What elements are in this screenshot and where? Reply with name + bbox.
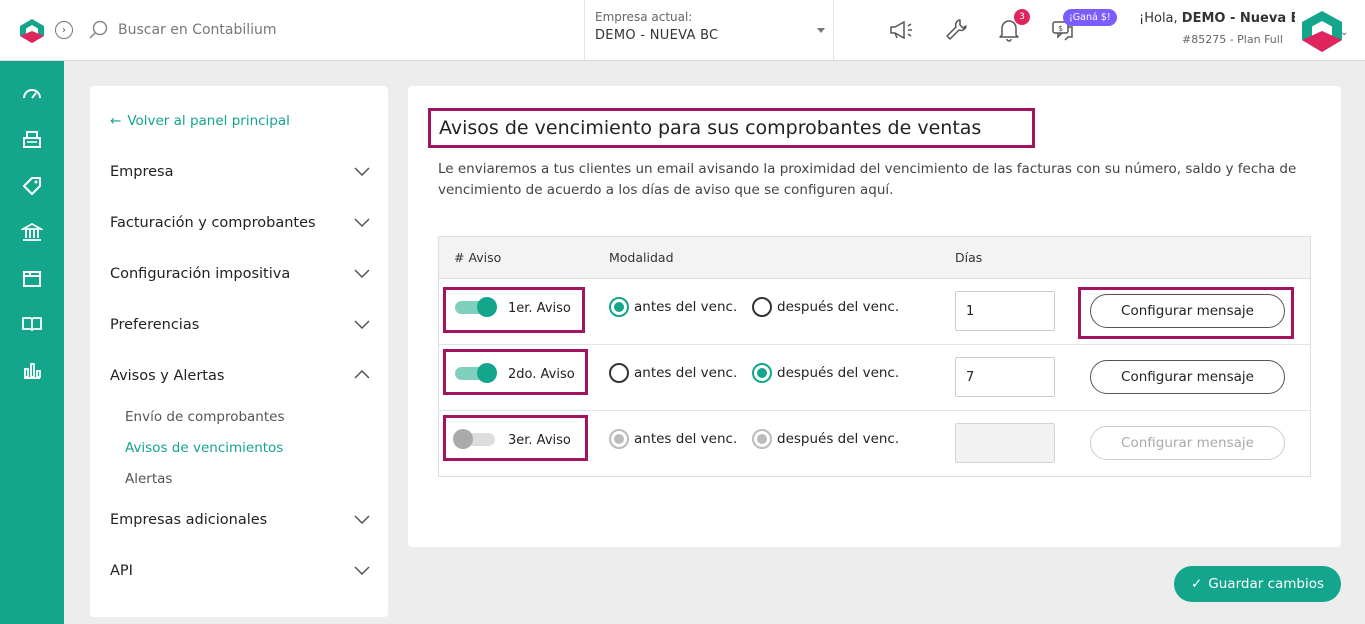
aviso-label: 2do. Aviso [508, 367, 575, 382]
sidebar-section-empresas-adicionales[interactable]: Empresas adicionales [110, 512, 370, 528]
configurar-mensaje-button[interactable]: Configurar mensaje [1090, 426, 1285, 460]
section-label: Empresa [110, 164, 174, 180]
greeting-name: DEMO - Nueva BC [1181, 11, 1295, 26]
configurar-mensaje-button[interactable]: Configurar mensaje [1090, 360, 1285, 394]
sidebar-section-impositiva[interactable]: Configuración impositiva [110, 266, 370, 282]
caret-down-icon [817, 28, 825, 33]
avisos-table: # Aviso Modalidad Días 1er. Aviso antes … [438, 236, 1311, 477]
section-label: Configuración impositiva [110, 266, 291, 282]
aviso-toggle[interactable] [453, 428, 497, 450]
column-header-dias: Días [955, 250, 983, 265]
radio-despues-label: después del venc. [777, 431, 900, 447]
radio-antes[interactable] [609, 429, 629, 449]
wrench-icon[interactable] [943, 17, 969, 43]
user-avatar-logo-icon[interactable] [1300, 9, 1345, 54]
dias-input[interactable] [955, 291, 1055, 331]
user-greeting[interactable]: ¡Hola, DEMO - Nueva BC [1139, 11, 1295, 26]
nav-rail [0, 61, 64, 624]
back-label: Volver al panel principal [127, 113, 290, 129]
sidebar-section-api[interactable]: API [110, 563, 370, 579]
company-value: DEMO - NUEVA BC [595, 28, 719, 43]
chevron-down-icon [354, 167, 370, 176]
settings-sidebar: ← Volver al panel principal Empresa Fact… [90, 86, 388, 617]
table-row: 2do. Aviso antes del venc. después del v… [439, 345, 1310, 411]
radio-despues[interactable] [752, 429, 772, 449]
radio-despues[interactable] [752, 363, 772, 383]
radio-antes-label: antes del venc. [634, 299, 738, 315]
svg-text:$: $ [1058, 24, 1063, 33]
sidebar-section-avisos-alertas[interactable]: Avisos y Alertas [110, 368, 370, 384]
radio-despues-label: después del venc. [777, 365, 900, 381]
avisos-vencimiento-panel: Avisos de vencimiento para sus comproban… [408, 86, 1341, 547]
radio-antes-label: antes del venc. [634, 431, 738, 447]
dashboard-gauge-icon[interactable] [21, 83, 43, 105]
title-highlight: Avisos de vencimiento para sus comproban… [428, 108, 1035, 148]
bank-icon[interactable] [21, 221, 43, 243]
back-to-panel-link[interactable]: ← Volver al panel principal [110, 113, 290, 129]
save-label: Guardar cambios [1208, 576, 1325, 592]
chevron-down-icon [354, 218, 370, 227]
guardar-cambios-button[interactable]: ✓ Guardar cambios [1174, 566, 1341, 602]
table-row: 1er. Aviso antes del venc. después del v… [439, 279, 1310, 345]
radio-antes[interactable] [609, 297, 629, 317]
company-label: Empresa actual: [595, 10, 693, 24]
chevron-down-icon [354, 515, 370, 524]
aviso-label: 3er. Aviso [508, 433, 571, 448]
top-header: › Buscar en Contabilium Empresa actual: … [0, 0, 1365, 61]
contabilium-logo-icon[interactable] [18, 17, 46, 45]
sidebar-section-facturacion[interactable]: Facturación y comprobantes [110, 215, 370, 231]
radio-despues[interactable] [752, 297, 772, 317]
company-selector[interactable]: Empresa actual: DEMO - NUEVA BC [584, 0, 834, 60]
arrow-left-icon: ← [110, 113, 122, 129]
dias-input[interactable] [955, 357, 1055, 397]
table-header: # Aviso Modalidad Días [439, 237, 1310, 279]
megaphone-icon[interactable] [888, 17, 914, 43]
chevron-down-icon [354, 566, 370, 575]
radio-despues-label: después del venc. [777, 299, 900, 315]
search-bar[interactable]: Buscar en Contabilium [88, 19, 277, 41]
chevron-down-icon[interactable]: ⌄ [1340, 27, 1348, 38]
column-header-modalidad: Modalidad [609, 250, 674, 265]
radio-antes-label: antes del venc. [634, 365, 738, 381]
box-icon[interactable] [21, 267, 43, 289]
chevron-down-icon [354, 269, 370, 278]
promo-badge[interactable]: ¡Ganá $! [1063, 9, 1117, 26]
aviso-label: 1er. Aviso [508, 301, 571, 316]
aviso-toggle[interactable] [453, 296, 497, 318]
page-title: Avisos de vencimiento para sus comproban… [439, 117, 982, 139]
chevron-down-icon [354, 320, 370, 329]
sidebar-section-empresa[interactable]: Empresa [110, 164, 370, 180]
search-input[interactable]: Buscar en Contabilium [118, 22, 277, 38]
sidebar-item-avisos-vencimientos[interactable]: Avisos de vencimientos [125, 440, 283, 456]
tag-icon[interactable] [21, 175, 43, 197]
sidebar-item-alertas[interactable]: Alertas [125, 471, 172, 487]
aviso-toggle[interactable] [453, 362, 497, 384]
sidebar-item-envio-comprobantes[interactable]: Envío de comprobantes [125, 409, 285, 425]
configurar-mensaje-button[interactable]: Configurar mensaje [1090, 294, 1285, 328]
chevron-right-icon[interactable]: › [55, 21, 73, 39]
plan-info: #85275 - Plan Full [1182, 33, 1283, 46]
section-label: Avisos y Alertas [110, 368, 225, 384]
dias-input[interactable] [955, 423, 1055, 463]
notification-count-badge: 3 [1014, 9, 1030, 25]
section-label: Preferencias [110, 317, 200, 333]
cash-register-icon[interactable] [21, 129, 43, 151]
chevron-up-icon [354, 370, 370, 379]
book-icon[interactable] [21, 313, 43, 335]
sidebar-section-preferencias[interactable]: Preferencias [110, 317, 370, 333]
section-label: Empresas adicionales [110, 512, 268, 528]
search-icon [89, 20, 108, 39]
column-header-aviso: # Aviso [454, 250, 502, 265]
page-description: Le enviaremos a tus clientes un email av… [438, 161, 1297, 198]
table-row: 3er. Aviso antes del venc. después del v… [439, 411, 1310, 477]
greeting-prefix: ¡Hola, [1139, 11, 1182, 26]
radio-antes[interactable] [609, 363, 629, 383]
check-icon: ✓ [1190, 576, 1203, 592]
section-label: Facturación y comprobantes [110, 215, 316, 231]
bar-chart-icon[interactable] [21, 359, 43, 381]
section-label: API [110, 563, 133, 579]
